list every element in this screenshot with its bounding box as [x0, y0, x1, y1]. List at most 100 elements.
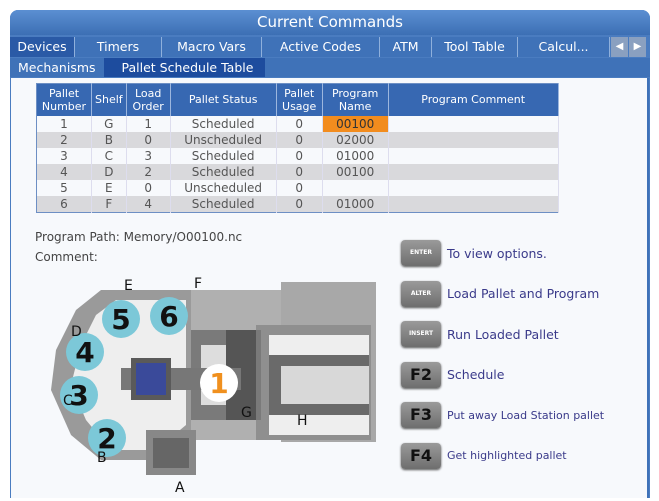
header-program-name: Program Name: [322, 83, 389, 116]
table-cell: 00100: [322, 115, 389, 132]
action-label: Run Loaded Pallet: [447, 326, 559, 342]
tab-scroll-right-icon[interactable]: ▶: [629, 37, 646, 57]
tab-scroll-left-icon[interactable]: ◀: [611, 37, 628, 57]
table-cell: 1: [126, 115, 171, 132]
action-alter: ALTER Load Pallet and Program: [401, 280, 600, 307]
table-cell: 3: [126, 147, 171, 164]
table-row[interactable]: 2 B 0 Unscheduled 0 02000: [36, 131, 559, 148]
action-f2: F2 Schedule: [401, 361, 505, 388]
table-row[interactable]: 3 C 3 Scheduled 0 01000: [36, 147, 559, 164]
table-cell: Scheduled: [170, 195, 277, 212]
action-label: Load Pallet and Program: [447, 286, 600, 301]
table-cell: G: [91, 115, 127, 132]
table-cell: Scheduled: [170, 147, 277, 164]
pallet-number-label: 1: [209, 367, 228, 400]
shelf-label: G: [241, 405, 252, 421]
header-pallet-usage: Pallet Usage: [276, 83, 323, 116]
table-cell: 01000: [322, 195, 389, 212]
table-row[interactable]: 1 G 1 Scheduled 0 00100: [36, 115, 559, 132]
pallet-number-label: 5: [111, 303, 130, 336]
table-cell: [388, 147, 559, 164]
header-program-comment: Program Comment: [388, 83, 559, 116]
enter-key-button[interactable]: ENTER: [401, 240, 441, 266]
table-cell: 5: [36, 179, 92, 196]
program-path: Program Path: Memory/O00100.nc: [35, 230, 243, 244]
table-cell: 3: [36, 147, 92, 164]
subtab-mechanisms[interactable]: Mechanisms: [10, 58, 104, 77]
action-label: Put away Load Station pallet: [447, 408, 605, 422]
table-cell: 02000: [322, 131, 389, 148]
table-cell: F: [91, 195, 127, 212]
table-cell: 0: [276, 147, 323, 164]
header-shelf: Shelf: [91, 83, 127, 116]
table-cell: Scheduled: [170, 163, 277, 180]
header-load-order: Load Order: [126, 83, 171, 116]
table-cell: 0: [276, 179, 323, 196]
action-label: Schedule: [447, 367, 505, 382]
shelf-label: E: [124, 278, 133, 294]
tab-active-codes[interactable]: Active Codes: [262, 37, 380, 57]
table-cell: E: [91, 179, 127, 196]
tab-macro-vars[interactable]: Macro Vars: [162, 37, 262, 57]
table-cell: 2: [126, 163, 171, 180]
table-row[interactable]: 6 F 4 Scheduled 0 01000: [36, 195, 559, 212]
tab-devices[interactable]: Devices: [10, 37, 75, 57]
tab-calculator[interactable]: Calcul...: [518, 37, 610, 57]
f4-key-button[interactable]: F4: [401, 442, 441, 469]
shelf-label: B: [97, 450, 107, 466]
alter-key-button[interactable]: ALTER: [401, 280, 441, 307]
table-row[interactable]: 5 E 0 Unscheduled 0: [36, 179, 559, 196]
content-panel: Pallet Number Shelf Load Order Pallet St…: [11, 78, 649, 498]
tab-bar: Devices Timers Macro Vars Active Codes A…: [10, 37, 650, 57]
shelf-label: H: [297, 413, 308, 429]
action-insert: INSERT Run Loaded Pallet: [401, 321, 559, 347]
table-cell: [322, 179, 389, 196]
table-cell: Unscheduled: [170, 179, 277, 196]
shelf-label: F: [194, 276, 202, 292]
table-cell: 01000: [322, 147, 389, 164]
f2-key-button[interactable]: F2: [401, 361, 441, 388]
shelf-label: A: [175, 480, 185, 496]
shelf-label: C: [63, 393, 73, 409]
table-cell: [388, 163, 559, 180]
action-label: Get highlighted pallet: [447, 449, 567, 462]
action-enter: ENTER To view options.: [401, 240, 547, 266]
pallet-schedule-table: Pallet Number Shelf Load Order Pallet St…: [36, 83, 559, 213]
table-cell: 0: [276, 195, 323, 212]
tab-timers[interactable]: Timers: [75, 37, 162, 57]
table-cell: [388, 131, 559, 148]
table-cell: 4: [126, 195, 171, 212]
insert-key-button[interactable]: INSERT: [401, 321, 441, 347]
table-cell: 2: [36, 131, 92, 148]
action-label: To view options.: [447, 245, 547, 261]
table-cell: 0: [276, 131, 323, 148]
tab-atm[interactable]: ATM: [380, 37, 432, 57]
table-cell: [388, 115, 559, 132]
table-cell: 0: [276, 163, 323, 180]
table-cell: C: [91, 147, 127, 164]
f3-key-button[interactable]: F3: [401, 402, 441, 428]
subtab-bar: Mechanisms Pallet Schedule Table: [10, 58, 650, 77]
current-commands-window: Current Commands Devices Timers Macro Va…: [10, 10, 650, 498]
header-pallet-number: Pallet Number: [36, 83, 92, 116]
table-cell: 00100: [322, 163, 389, 180]
tab-tool-table[interactable]: Tool Table: [432, 37, 518, 57]
table-row[interactable]: 4 D 2 Scheduled 0 00100: [36, 163, 559, 180]
comment-label: Comment:: [35, 250, 98, 264]
header-pallet-status: Pallet Status: [170, 83, 277, 116]
window-title: Current Commands: [10, 10, 650, 35]
table-cell: 0: [126, 131, 171, 148]
table-cell: B: [91, 131, 127, 148]
table-cell: [388, 195, 559, 212]
table-cell: [388, 179, 559, 196]
pallet-number-label: 6: [159, 300, 178, 333]
action-f4: F4 Get highlighted pallet: [401, 442, 567, 469]
table-cell: 6: [36, 195, 92, 212]
pallet-number-label: 4: [75, 336, 94, 369]
table-cell: 0: [126, 179, 171, 196]
table-cell: 1: [36, 115, 92, 132]
table-cell: 4: [36, 163, 92, 180]
shelf-label: D: [71, 324, 82, 340]
action-f3: F3 Put away Load Station pallet: [401, 402, 604, 428]
subtab-pallet-schedule-table[interactable]: Pallet Schedule Table: [103, 58, 266, 77]
